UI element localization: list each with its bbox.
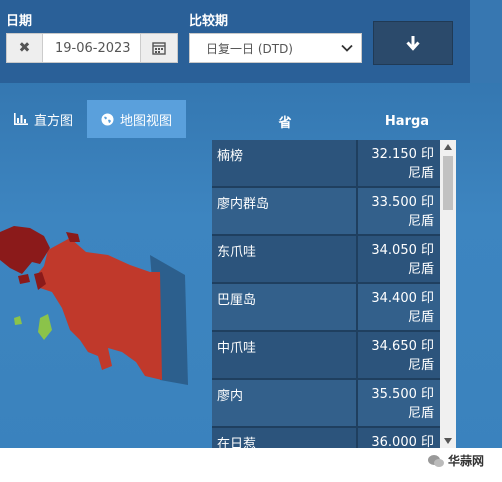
- calendar-icon: [152, 42, 166, 55]
- table-row[interactable]: 廖内 35.500 印尼盾: [212, 380, 440, 428]
- caret-down-icon: [444, 438, 452, 444]
- tab-histogram[interactable]: 直方图: [0, 100, 87, 138]
- view-tabs: 直方图 地图视图: [0, 100, 187, 138]
- row-price: 34.400 印尼盾: [371, 291, 434, 325]
- footer-strip: [0, 448, 502, 482]
- table-row[interactable]: 巴厘岛 34.400 印尼盾: [212, 284, 440, 332]
- map-island-5[interactable]: [38, 314, 52, 340]
- row-price: 34.050 印尼盾: [371, 243, 434, 277]
- row-price: 36.000 印尼盾: [371, 435, 434, 448]
- calendar-button[interactable]: [140, 34, 177, 62]
- row-price: 35.500 印尼盾: [371, 387, 434, 421]
- header-province[interactable]: 省: [212, 106, 358, 136]
- table-row[interactable]: 在日惹 36.000 印尼盾: [212, 428, 440, 448]
- date-input[interactable]: 19-06-2023: [43, 34, 140, 62]
- table-row[interactable]: 廖内群岛 33.500 印尼盾: [212, 188, 440, 236]
- watermark: 华蒜网: [428, 452, 484, 469]
- tab-map-view[interactable]: 地图视图: [87, 100, 187, 138]
- compare-label: 比较期: [189, 14, 229, 29]
- compare-period-value: 日复一日 (DTD): [206, 41, 293, 56]
- date-label: 日期: [6, 14, 33, 29]
- table-scrollbar[interactable]: [440, 140, 456, 448]
- watermark-text: 华蒜网: [448, 454, 485, 468]
- row-province: 中爪哇: [212, 332, 358, 378]
- clear-date-button[interactable]: ✖: [7, 34, 43, 62]
- row-province: 廖内群岛: [212, 188, 358, 234]
- row-province: 在日惹: [212, 428, 358, 448]
- download-button[interactable]: [373, 21, 453, 65]
- table-row[interactable]: 东爪哇 34.050 印尼盾: [212, 236, 440, 284]
- header-price[interactable]: Harga: [358, 106, 456, 136]
- wechat-icon: [428, 454, 444, 467]
- row-province: 东爪哇: [212, 236, 358, 282]
- row-province: 廖内: [212, 380, 358, 426]
- arrow-down-icon: [406, 36, 420, 51]
- date-picker[interactable]: ✖ 19-06-2023: [6, 33, 178, 63]
- scrollbar-thumb[interactable]: [443, 156, 453, 210]
- province-map[interactable]: [0, 180, 200, 410]
- caret-up-icon: [444, 144, 452, 150]
- tab-map-view-label: 地图视图: [120, 113, 173, 129]
- compare-period-select[interactable]: 日复一日 (DTD): [189, 33, 362, 63]
- table-row[interactable]: 楠榜 32.150 印尼盾: [212, 140, 440, 188]
- row-price: 33.500 印尼盾: [371, 195, 434, 229]
- map-island-4[interactable]: [14, 316, 22, 325]
- map-island-3[interactable]: [18, 274, 30, 284]
- scroll-down-button[interactable]: [440, 434, 456, 448]
- map-region-papua[interactable]: [36, 238, 162, 380]
- tab-histogram-label: 直方图: [34, 113, 74, 129]
- filter-bar-edge: [470, 0, 502, 83]
- close-icon: ✖: [18, 40, 31, 56]
- price-table-body: 楠榜 32.150 印尼盾 廖内群岛 33.500 印尼盾 东爪哇 34.050 印尼…: [212, 140, 440, 448]
- globe-icon: [101, 113, 114, 125]
- scroll-up-button[interactable]: [440, 140, 456, 154]
- row-price: 32.150 印尼盾: [371, 147, 434, 181]
- map-region-west-papua[interactable]: [0, 226, 50, 274]
- bar-chart-icon: [14, 113, 28, 125]
- chevron-down-icon: [341, 44, 353, 52]
- price-table-header: 省 Harga: [212, 106, 456, 136]
- row-province: 楠榜: [212, 140, 358, 186]
- table-row[interactable]: 中爪哇 34.650 印尼盾: [212, 332, 440, 380]
- row-price: 34.650 印尼盾: [371, 339, 434, 373]
- row-province: 巴厘岛: [212, 284, 358, 330]
